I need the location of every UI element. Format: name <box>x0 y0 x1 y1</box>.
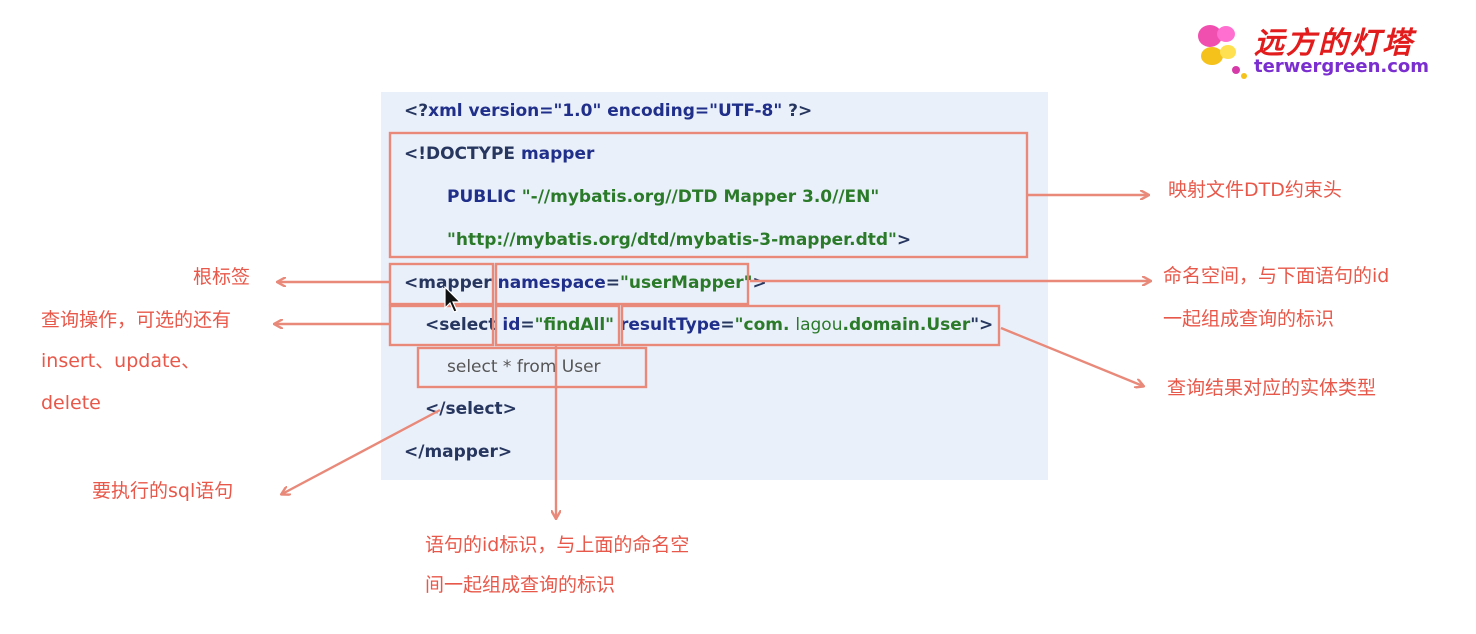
anno-select-op-line2: insert、update、 <box>41 350 201 372</box>
namespace-box <box>494 262 750 306</box>
diagram-canvas: <?xml version="1.0" encoding="UTF-8" ?> … <box>0 0 1476 634</box>
anno-id-line2: 间一起组成查询的标识 <box>425 574 616 596</box>
sql-box <box>416 346 648 389</box>
anno-sql: 要执行的sql语句 <box>92 480 234 502</box>
anno-dtd: 映射文件DTD约束头 <box>1168 179 1342 201</box>
arrow-sql <box>282 408 441 494</box>
arrow-result-type <box>1000 326 1143 386</box>
id-box <box>494 304 621 347</box>
mapper-tag-box <box>388 262 495 306</box>
anno-namespace-line1: 命名空间，与下面语句的id <box>1163 265 1390 287</box>
anno-id-line1: 语句的id标识，与上面的命名空 <box>425 534 690 556</box>
logo-url: terwergreen.com <box>1254 56 1430 77</box>
doctype-box <box>388 131 1029 259</box>
anno-select-op-line1: 查询操作，可选的还有 <box>41 309 232 331</box>
anno-result-type: 查询结果对应的实体类型 <box>1167 377 1377 399</box>
butterfly-icon <box>1198 25 1247 79</box>
result-type-box <box>620 304 1001 347</box>
anno-select-op-line3: delete <box>41 392 101 414</box>
site-logo: 远方的灯塔 terwergreen.com <box>1196 18 1456 84</box>
anno-root-tag: 根标签 <box>193 266 251 288</box>
mouse-pointer-icon <box>444 286 462 313</box>
select-tag-box <box>388 304 495 347</box>
anno-namespace-line2: 一起组成查询的标识 <box>1163 308 1335 330</box>
